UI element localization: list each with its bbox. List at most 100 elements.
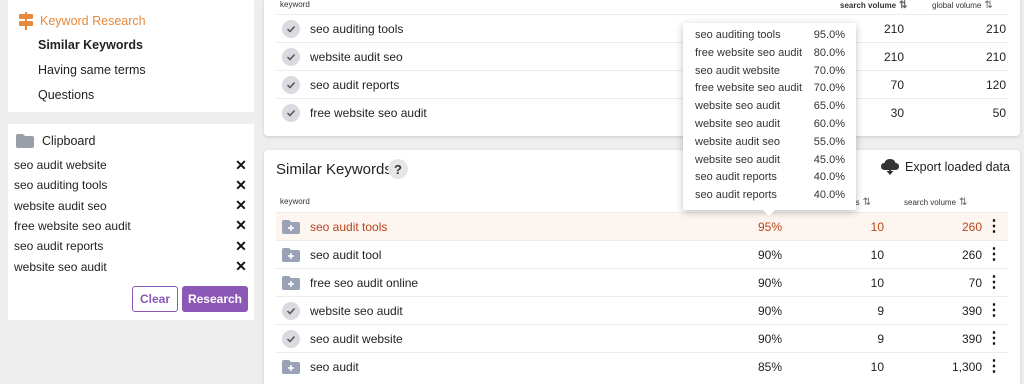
tooltip-value: 65.0% [813, 100, 845, 113]
export-loaded-data-button[interactable]: Export loaded data [881, 158, 1010, 176]
selected-keywords-table: keyword search volume ⇅ global volume ⇅ se… [264, 0, 1020, 136]
research-button[interactable]: Research [182, 286, 248, 312]
global-volume-cell: 210 [985, 21, 1006, 36]
tooltip-value: 40.0% [813, 189, 845, 202]
add-to-clipboard-icon[interactable] [276, 275, 310, 290]
tooltip-row: seo auditing tools 95.0% [695, 29, 845, 47]
clipboard-header: Clipboard [16, 134, 96, 148]
tooltip-keyword: free website seo audit [695, 82, 803, 95]
tooltip-value: 70.0% [813, 82, 845, 95]
table-row[interactable]: website seo audit 90% 9 390 ⋮ [276, 296, 1008, 324]
global-volume-cell: 210 [985, 49, 1006, 64]
global-volume-cell: 120 [985, 77, 1006, 92]
column-header-keyword: keyword [280, 0, 310, 9]
add-to-clipboard-icon[interactable] [276, 247, 310, 262]
similarity-cell: 90% [757, 247, 782, 262]
check-icon[interactable] [282, 301, 300, 320]
table-row[interactable]: seo audit reports 70 120 [276, 70, 1008, 98]
remove-icon[interactable]: ✕ [234, 238, 248, 255]
sort-icon: ⇅ [984, 0, 993, 11]
similarity-cell: 95% [757, 219, 782, 234]
tooltip-row: seo audit reports 40.0% [695, 171, 845, 189]
clipboard-item: free website seo audit ✕ [14, 216, 248, 236]
check-icon[interactable] [282, 47, 300, 66]
tooltip-row: website audit seo 55.0% [695, 136, 845, 154]
table-row[interactable]: seo auditing tools 210 210 [276, 14, 1008, 42]
similarity-cell: 90% [757, 303, 782, 318]
remove-icon[interactable]: ✕ [234, 157, 248, 174]
search-volume-cell: 390 [961, 331, 982, 346]
remove-icon[interactable]: ✕ [234, 197, 248, 214]
nav-item-similar-keywords[interactable]: Similar Keywords [38, 38, 143, 52]
check-icon[interactable] [282, 75, 300, 94]
words-cell: 10 [870, 359, 884, 374]
similarity-cell: 90% [757, 275, 782, 290]
similarity-cell: 85% [757, 359, 782, 374]
clipboard-panel: Clipboard seo audit website ✕ seo auditing… [8, 124, 254, 320]
remove-icon[interactable]: ✕ [234, 217, 248, 234]
clipboard-item-label: seo audit website [14, 158, 107, 172]
more-options-icon[interactable]: ⋮ [986, 358, 1002, 375]
tooltip-keyword: seo auditing tools [695, 29, 781, 41]
more-options-icon[interactable]: ⋮ [986, 330, 1002, 347]
tooltip-keyword: website seo audit [695, 153, 780, 166]
check-icon[interactable] [282, 103, 300, 122]
tooltip-value: 45.0% [813, 153, 845, 166]
tooltip-value: 95.0% [813, 29, 845, 41]
tooltip-row: website seo audit 60.0% [695, 118, 845, 136]
tooltip-row: free website seo audit 70.0% [695, 82, 845, 100]
tooltip-row: seo audit reports 40.0% [695, 189, 845, 207]
keyword-cell: website seo audit [310, 303, 403, 318]
clipboard-item: seo auditing tools ✕ [14, 175, 248, 195]
table-row[interactable]: website audit seo 210 210 [276, 42, 1008, 70]
add-to-clipboard-icon[interactable] [276, 359, 310, 374]
clipboard-item-label: seo auditing tools [14, 178, 108, 193]
more-options-icon[interactable]: ⋮ [986, 246, 1002, 263]
table-row[interactable]: free seo audit online 90% 10 70 ⋮ [276, 268, 1008, 296]
tooltip-keyword: seo audit reports [695, 171, 777, 184]
keyword-cell: seo audit website [310, 331, 403, 346]
keyword-research-header[interactable]: Keyword Research [18, 12, 146, 30]
more-options-icon[interactable]: ⋮ [986, 302, 1002, 319]
clipboard-item: seo audit reports ✕ [14, 236, 248, 256]
clipboard-item: website seo audit ✕ [14, 257, 248, 277]
keyword-cell: seo audit [310, 359, 359, 374]
remove-icon[interactable]: ✕ [234, 177, 248, 194]
search-volume-cell: 260 [961, 219, 982, 234]
sort-icon: ⇅ [862, 197, 871, 208]
clipboard-item: website audit seo ✕ [14, 196, 248, 216]
clear-button[interactable]: Clear [132, 286, 178, 312]
help-icon[interactable]: ? [388, 159, 408, 179]
tooltip-row: free website seo audit 80.0% [695, 47, 845, 65]
similarity-cell: 90% [757, 331, 782, 346]
remove-icon[interactable]: ✕ [234, 258, 248, 275]
more-options-icon[interactable]: ⋮ [986, 274, 1002, 291]
similar-keywords-title: Similar Keywords [276, 161, 392, 178]
keyword-cell: seo audit reports [310, 77, 400, 92]
table-row[interactable]: seo audit website 90% 9 390 ⋮ [276, 324, 1008, 352]
words-cell: 10 [870, 219, 884, 234]
column-header-search-volume[interactable]: search volume ⇅ [840, 0, 907, 11]
column-header-global-volume[interactable]: global volume ⇅ [932, 0, 993, 11]
column-header-search-volume[interactable]: search volume ⇅ [904, 197, 967, 208]
words-cell: 10 [870, 247, 884, 262]
check-icon[interactable] [282, 19, 300, 38]
words-cell: 10 [870, 275, 884, 290]
nav-item-questions[interactable]: Questions [38, 88, 94, 102]
nav-item-having-same-terms[interactable]: Having same terms [38, 63, 146, 77]
table-row[interactable]: seo audit tools 95% 10 260 ⋮ [276, 212, 1008, 240]
table-row[interactable]: seo audit 85% 10 1,300 ⋮ [276, 352, 1008, 380]
table-row[interactable]: seo audit tool 90% 10 260 ⋮ [276, 240, 1008, 268]
keyword-cell: website audit seo [310, 49, 403, 64]
check-icon[interactable] [282, 329, 300, 348]
folder-icon [16, 134, 34, 148]
table-row[interactable]: free website seo audit 30 50 [276, 98, 1008, 126]
keyword-cell: seo auditing tools [310, 21, 404, 36]
tooltip-row: seo audit website 70.0% [695, 65, 845, 83]
add-to-clipboard-icon[interactable] [276, 219, 310, 234]
words-cell: 9 [877, 331, 884, 346]
words-cell: 9 [877, 303, 884, 318]
keyword-cell: seo audit tool [310, 247, 382, 262]
tooltip-keyword: free website seo audit [695, 46, 803, 59]
more-options-icon[interactable]: ⋮ [986, 218, 1002, 235]
